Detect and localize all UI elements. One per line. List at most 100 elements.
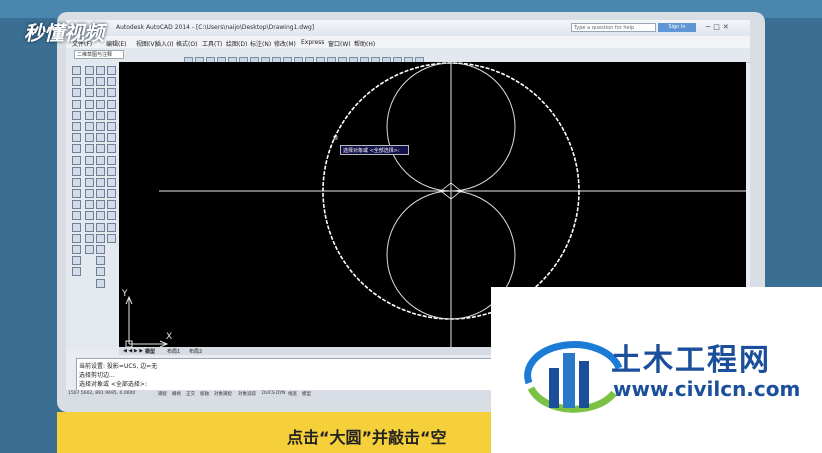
- chamfer-icon[interactable]: [85, 211, 94, 221]
- menu-modify[interactable]: 修改(M): [274, 39, 296, 48]
- tab-layout2[interactable]: 布局2: [189, 348, 202, 355]
- mtext-icon[interactable]: [72, 267, 81, 277]
- dim-break-icon[interactable]: [96, 200, 105, 210]
- dim-aligned-icon[interactable]: [96, 77, 105, 87]
- offset-icon[interactable]: [85, 99, 94, 109]
- rectangle-icon[interactable]: [72, 110, 81, 120]
- tab-model[interactable]: 模型: [145, 348, 155, 355]
- menu-window[interactable]: 窗口(W): [328, 39, 351, 48]
- menu-tools[interactable]: 工具(T): [202, 39, 222, 48]
- make-block-icon[interactable]: [72, 200, 81, 210]
- dim-jogged-icon[interactable]: [96, 121, 105, 131]
- dim-update-icon[interactable]: [96, 256, 105, 266]
- attribute-icon[interactable]: [107, 177, 116, 187]
- layer-icon[interactable]: [107, 110, 116, 120]
- break-icon[interactable]: [85, 189, 94, 199]
- menu-format[interactable]: 格式(O): [176, 39, 197, 48]
- join-icon[interactable]: [85, 200, 94, 210]
- toggle-polar[interactable]: 极轴: [200, 391, 209, 397]
- toggle-ortho[interactable]: 正交: [186, 391, 195, 397]
- cloud-icon[interactable]: [72, 144, 81, 154]
- command-prompt[interactable]: 选择对象或 <全部选择>:: [79, 379, 147, 388]
- help-search-input[interactable]: Type a question for help: [571, 23, 656, 32]
- toggle-otrack[interactable]: 对象追踪: [238, 391, 256, 397]
- menu-edit[interactable]: 编辑(E): [106, 39, 126, 48]
- sign-in-button[interactable]: Sign In: [658, 23, 696, 32]
- array-icon[interactable]: [85, 110, 94, 120]
- copy-object-icon[interactable]: [85, 77, 94, 87]
- magnet-icon[interactable]: [85, 245, 94, 254]
- extend-icon[interactable]: [85, 177, 94, 187]
- text-style-icon[interactable]: [107, 121, 116, 131]
- menu-view[interactable]: 视图(V): [136, 39, 157, 48]
- explode-icon[interactable]: [85, 233, 94, 243]
- spline-icon[interactable]: [72, 155, 81, 165]
- zoom-extents-icon[interactable]: [107, 233, 116, 243]
- inquiry-icon[interactable]: [107, 155, 116, 165]
- shading-icon[interactable]: [107, 211, 116, 221]
- rotate-icon[interactable]: [85, 133, 94, 143]
- dim-baseline-icon[interactable]: [96, 166, 105, 176]
- ucs-icon[interactable]: [107, 144, 116, 154]
- menu-express[interactable]: Express: [301, 39, 324, 46]
- reference-icon[interactable]: [107, 166, 116, 176]
- hatch-icon[interactable]: [72, 222, 81, 232]
- toggle-ducs[interactable]: DUCS: [262, 391, 275, 396]
- toggle-grid[interactable]: 栅格: [172, 391, 181, 397]
- menu-draw[interactable]: 绘图(D): [226, 39, 247, 48]
- snap-icon[interactable]: [107, 66, 116, 75]
- dim-style-icon[interactable]: [96, 267, 105, 277]
- line-icon[interactable]: [72, 66, 81, 75]
- toggle-model[interactable]: 模型: [302, 391, 311, 397]
- move-icon[interactable]: [85, 121, 94, 131]
- tab-layout1[interactable]: 布局1: [167, 348, 180, 355]
- stretch-icon[interactable]: [85, 155, 94, 165]
- plot-style-icon[interactable]: [107, 133, 116, 143]
- construction-line-icon[interactable]: [72, 77, 81, 87]
- arc-icon[interactable]: [72, 121, 81, 131]
- window-controls[interactable]: ─□✕: [706, 23, 732, 31]
- mirror-icon[interactable]: [85, 88, 94, 98]
- dim-override-icon[interactable]: [96, 278, 105, 288]
- dim-arc-icon[interactable]: [96, 88, 105, 98]
- toggle-snap[interactable]: 捕捉: [158, 391, 167, 397]
- fillet-icon[interactable]: [85, 222, 94, 232]
- dim-ordinate-icon[interactable]: [96, 99, 105, 109]
- dim-text-edit-icon[interactable]: [96, 245, 105, 254]
- ellipse-icon[interactable]: [72, 166, 81, 176]
- toggle-lineweight[interactable]: 线宽: [288, 391, 297, 397]
- menu-insert[interactable]: 插入(I): [155, 39, 173, 48]
- dim-diameter-icon[interactable]: [96, 133, 105, 143]
- table-icon[interactable]: [72, 256, 81, 266]
- dim-linear-icon[interactable]: [96, 66, 105, 75]
- erase-icon[interactable]: [85, 66, 94, 75]
- menu-dimension[interactable]: 标注(N): [250, 39, 271, 48]
- dim-edit-icon[interactable]: [96, 233, 105, 243]
- gradient-icon[interactable]: [72, 233, 81, 243]
- quick-dim-icon[interactable]: [96, 155, 105, 165]
- tab-nav-arrows[interactable]: ◀ ◀ ▶ ▶: [123, 348, 143, 354]
- region-icon[interactable]: [72, 245, 81, 254]
- ellipse-arc-icon[interactable]: [72, 177, 81, 187]
- toggle-dyn[interactable]: DYN: [276, 391, 285, 396]
- workspace-dropdown[interactable]: 二维草图与注释: [74, 50, 124, 59]
- workspaces-icon[interactable]: [107, 222, 116, 232]
- object-snap-icon[interactable]: [107, 189, 116, 199]
- orbit-icon[interactable]: [107, 88, 116, 98]
- trim-icon[interactable]: [85, 166, 94, 176]
- scale-icon[interactable]: [85, 144, 94, 154]
- viewport-icon[interactable]: [107, 200, 116, 210]
- insert-block-icon[interactable]: [72, 189, 81, 199]
- point-icon[interactable]: [72, 211, 81, 221]
- polygon-icon[interactable]: [72, 99, 81, 109]
- dim-angular-icon[interactable]: [96, 144, 105, 154]
- dim-space-icon[interactable]: [96, 189, 105, 199]
- toggle-osnap[interactable]: 对象捕捉: [214, 391, 232, 397]
- render-icon[interactable]: [107, 99, 116, 109]
- dim-continue-icon[interactable]: [96, 177, 105, 187]
- view-icon[interactable]: [107, 77, 116, 87]
- dim-radius-icon[interactable]: [96, 110, 105, 120]
- polyline-icon[interactable]: [72, 88, 81, 98]
- circle-icon[interactable]: [72, 133, 81, 143]
- tolerance-icon[interactable]: [96, 211, 105, 221]
